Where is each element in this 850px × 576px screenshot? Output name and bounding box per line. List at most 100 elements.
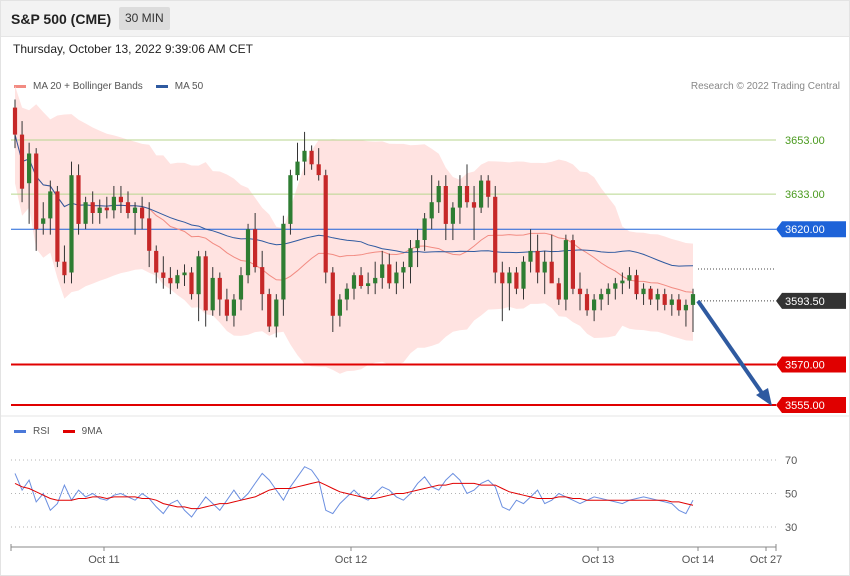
candle-body bbox=[168, 277, 173, 284]
candle-body bbox=[125, 202, 131, 213]
candle-body bbox=[514, 272, 519, 289]
candle-body bbox=[309, 150, 314, 165]
level-label-3633.00: 3633.00 bbox=[785, 189, 825, 201]
candle-body bbox=[267, 294, 272, 327]
candle-body bbox=[34, 153, 39, 230]
candle-body bbox=[443, 186, 448, 224]
candle-body bbox=[111, 196, 116, 211]
candle-body bbox=[69, 175, 74, 273]
rsi-series-9MA bbox=[14, 481, 694, 510]
candle-body bbox=[436, 186, 441, 203]
candle-body bbox=[274, 299, 279, 327]
candle-body bbox=[147, 218, 152, 251]
candle-body bbox=[337, 299, 342, 316]
candle-body bbox=[570, 240, 575, 289]
candle-body bbox=[549, 261, 554, 284]
candle-body bbox=[669, 299, 674, 305]
candle-body bbox=[12, 107, 18, 135]
candle-body bbox=[648, 288, 653, 300]
candle-body bbox=[140, 207, 145, 219]
candle-body bbox=[408, 248, 413, 268]
candle-body bbox=[599, 294, 604, 300]
level-label-3593.50: 3593.50 bbox=[785, 296, 825, 308]
candle-body bbox=[288, 175, 293, 224]
candle-body bbox=[606, 288, 611, 295]
candle-body bbox=[175, 275, 180, 284]
candle-body bbox=[429, 202, 434, 219]
candle-body bbox=[55, 191, 60, 262]
candle-body bbox=[41, 218, 46, 224]
candle-body bbox=[281, 223, 286, 300]
candle-body bbox=[676, 299, 681, 311]
candle-body bbox=[118, 196, 123, 203]
candle-body bbox=[366, 283, 371, 286]
candle-body bbox=[344, 288, 349, 300]
candle-body bbox=[316, 164, 321, 176]
candle-body bbox=[584, 294, 590, 311]
candle-body bbox=[479, 180, 484, 208]
candle-body bbox=[662, 294, 667, 305]
candle-body bbox=[528, 250, 533, 262]
candle-body bbox=[97, 207, 102, 213]
candle-body bbox=[189, 272, 194, 295]
level-label-3555.00: 3555.00 bbox=[785, 400, 825, 412]
candle-body bbox=[182, 272, 187, 276]
candle-body bbox=[19, 134, 25, 189]
candle-body bbox=[401, 267, 406, 273]
candle-body bbox=[655, 294, 660, 300]
candle-body bbox=[450, 207, 455, 224]
candle-body bbox=[493, 196, 498, 273]
candle-body bbox=[48, 191, 53, 219]
x-tick-label-Oct 11: Oct 11 bbox=[88, 554, 120, 566]
candle-body bbox=[351, 275, 357, 289]
candle-body bbox=[415, 240, 420, 249]
candle-body bbox=[90, 202, 95, 213]
rsi-tick-label-50: 50 bbox=[785, 489, 797, 501]
candle-body bbox=[457, 186, 462, 208]
candle-body bbox=[154, 250, 159, 273]
candle-body bbox=[683, 304, 688, 311]
candle-body bbox=[422, 218, 427, 240]
candle-body bbox=[330, 272, 335, 316]
candle-body bbox=[238, 275, 244, 300]
candle-body bbox=[260, 267, 265, 295]
candle-body bbox=[196, 256, 201, 295]
candle-body bbox=[132, 207, 138, 213]
candle-body bbox=[500, 272, 505, 284]
candle-body bbox=[323, 175, 328, 273]
candle-body bbox=[83, 202, 88, 224]
candle-body bbox=[380, 264, 385, 278]
candle-body bbox=[217, 277, 222, 300]
candle-body bbox=[486, 180, 491, 197]
level-label-3620.00: 3620.00 bbox=[785, 224, 825, 236]
x-tick-label-Oct 12: Oct 12 bbox=[335, 554, 367, 566]
rsi-tick-label-70: 70 bbox=[785, 455, 797, 467]
candle-body bbox=[394, 272, 399, 284]
candle-body bbox=[471, 202, 477, 208]
candle-body bbox=[76, 175, 81, 224]
candle-body bbox=[302, 150, 307, 162]
candle-body bbox=[231, 299, 236, 316]
rsi-series-RSI bbox=[14, 466, 694, 518]
candle-body bbox=[627, 275, 632, 281]
candle-body bbox=[464, 186, 470, 203]
price-chart: 3653.00 3633.00 3620.00 3593.50 3570.00 3555.… bbox=[0, 85, 850, 566]
candle-body bbox=[634, 275, 639, 295]
candle-body bbox=[387, 264, 392, 284]
candle-body bbox=[245, 229, 251, 276]
forecast-arrow bbox=[696, 299, 766, 398]
candle-body bbox=[27, 153, 32, 184]
candle-body bbox=[542, 261, 547, 273]
candle-body bbox=[641, 288, 646, 295]
candle-body bbox=[161, 272, 166, 278]
candle-body bbox=[203, 256, 208, 311]
candle-body bbox=[690, 294, 696, 305]
candle-body bbox=[224, 299, 229, 316]
candle-body bbox=[620, 280, 625, 284]
candle-body bbox=[253, 229, 258, 268]
candle-body bbox=[104, 207, 109, 211]
bollinger-band bbox=[15, 85, 693, 374]
candle-body bbox=[577, 288, 583, 295]
candle-body bbox=[535, 250, 540, 273]
candle-body bbox=[521, 261, 526, 289]
